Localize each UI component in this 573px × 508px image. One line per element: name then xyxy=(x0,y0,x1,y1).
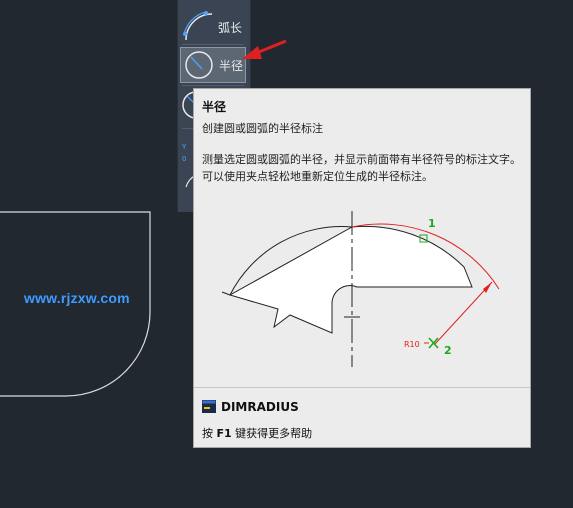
tooltip-description: 测量选定圆或圆弧的半径，并显示前面带有半径符号的标注文字。可以使用夹点轻松地重新… xyxy=(202,153,521,183)
radius-button[interactable]: 半径 xyxy=(180,47,246,83)
dim-text-label: R10 xyxy=(404,340,420,349)
arc-length-icon xyxy=(183,11,213,41)
svg-text:0: 0 xyxy=(182,155,186,163)
arc-length-button[interactable]: 弧长 xyxy=(180,9,246,45)
tooltip-title: 半径 xyxy=(202,100,227,114)
pointer-arrow-icon xyxy=(242,39,287,59)
watermark-text: www.rjzxw.com xyxy=(24,290,130,306)
arc-length-label: 弧长 xyxy=(218,20,243,35)
command-line-icon xyxy=(202,400,216,413)
tooltip-separator xyxy=(194,387,530,388)
svg-text:Y: Y xyxy=(181,143,187,151)
command-name: DIMRADIUS xyxy=(221,400,299,414)
divider xyxy=(182,44,244,45)
help-hint: 按 F1 键获得更多帮助 xyxy=(202,427,313,440)
tooltip-subtitle: 创建圆或圆弧的半径标注 xyxy=(202,122,323,135)
radius-illustration: 1 2 R10 xyxy=(221,211,500,367)
point-2-label: 2 xyxy=(444,344,452,357)
divider xyxy=(182,85,244,86)
radius-tooltip: 半径 创建圆或圆弧的半径标注 测量选定圆或圆弧的半径，并显示前面带有半径符号的标… xyxy=(193,88,531,448)
radius-dim-icon xyxy=(185,51,213,79)
point-1-label: 1 xyxy=(428,217,436,230)
